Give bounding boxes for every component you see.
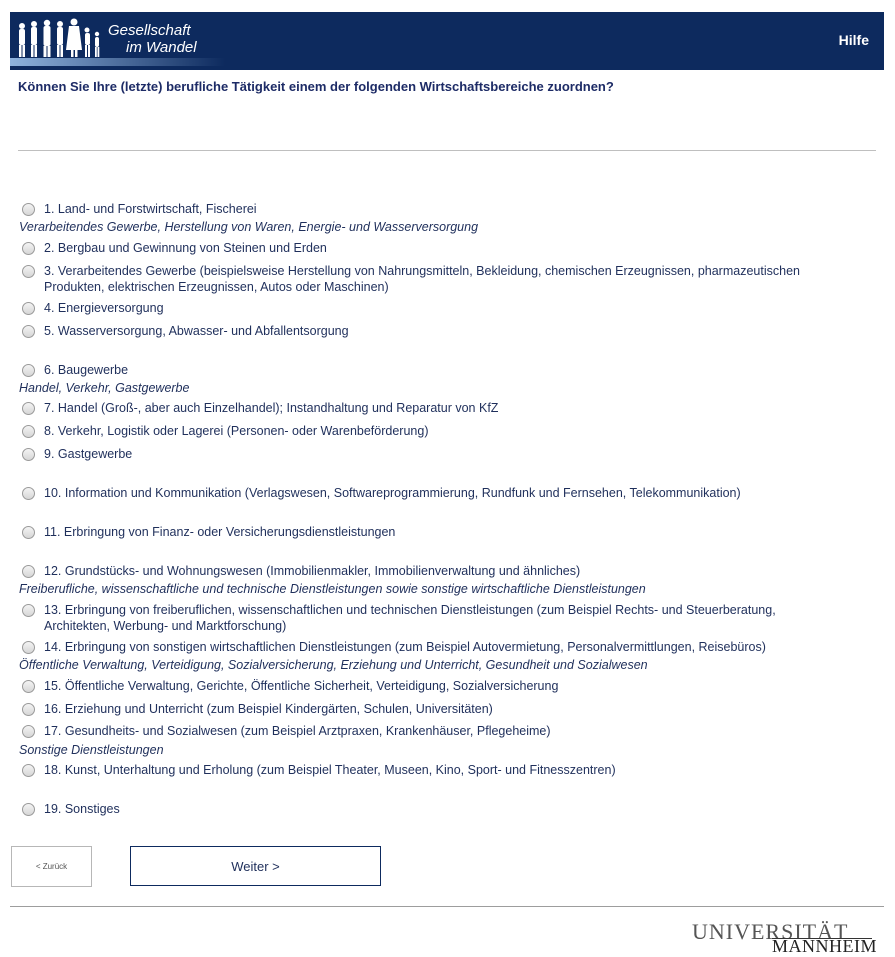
radio-button[interactable] (22, 364, 35, 377)
group-label: Handel, Verkehr, Gastgewerbe (19, 381, 190, 395)
option-18[interactable]: 18. Kunst, Unterhaltung und Erholung (zu… (22, 762, 616, 778)
group-label: Verarbeitendes Gewerbe, Herstellung von … (19, 220, 479, 234)
group-label: Freiberufliche, wissenschaftliche und te… (19, 582, 646, 596)
option-16[interactable]: 16. Erziehung und Unterricht (zum Beispi… (22, 701, 493, 717)
option-5[interactable]: 5. Wasserversorgung, Abwasser- und Abfal… (22, 323, 349, 339)
option-label: 1. Land- und Forstwirtschaft, Fischerei (44, 202, 257, 216)
radio-button[interactable] (22, 325, 35, 338)
option-label: 16. Erziehung und Unterricht (zum Beispi… (44, 702, 493, 716)
radio-button[interactable] (22, 604, 35, 617)
option-label: 15. Öffentliche Verwaltung, Gerichte, Öf… (44, 679, 559, 693)
option-1[interactable]: 1. Land- und Forstwirtschaft, Fischerei (22, 201, 257, 217)
radio-button[interactable] (22, 764, 35, 777)
option-10[interactable]: 10. Information und Kommunikation (Verla… (22, 485, 741, 501)
university-logo-line2: MANNHEIM (772, 936, 877, 956)
option-label: 8. Verkehr, Logistik oder Lagerei (Perso… (44, 424, 429, 438)
option-label: 5. Wasserversorgung, Abwasser- und Abfal… (44, 324, 349, 338)
option-14[interactable]: 14. Erbringung von sonstigen wirtschaftl… (22, 639, 766, 655)
option-3[interactable]: 3. Verarbeitendes Gewerbe (beispielsweis… (22, 263, 844, 295)
option-6[interactable]: 6. Baugewerbe (22, 362, 128, 378)
option-label: 4. Energieversorgung (44, 301, 164, 315)
option-label: 6. Baugewerbe (44, 363, 129, 377)
radio-button[interactable] (22, 242, 35, 255)
option-label: 3. Verarbeitendes Gewerbe (beispielsweis… (44, 264, 800, 294)
radio-button[interactable] (22, 302, 35, 315)
logo-text-line1: Gesellschaft (108, 22, 191, 39)
option-label: 2. Bergbau und Gewinnung von Steinen und… (44, 241, 327, 255)
radio-button[interactable] (22, 425, 35, 438)
option-7[interactable]: 7. Handel (Groß-, aber auch Einzelhandel… (22, 400, 498, 416)
option-15[interactable]: 15. Öffentliche Verwaltung, Gerichte, Öf… (22, 678, 558, 694)
option-9[interactable]: 9. Gastgewerbe (22, 446, 132, 462)
radio-button[interactable] (22, 725, 35, 738)
radio-button[interactable] (22, 803, 35, 816)
header-bar: Gesellschaft im Wandel Hilfe (10, 12, 884, 70)
next-button[interactable]: Weiter > (130, 846, 381, 886)
option-label: 14. Erbringung von sonstigen wirtschaftl… (44, 640, 766, 654)
radio-button[interactable] (22, 703, 35, 716)
option-19[interactable]: 19. Sonstiges (22, 801, 120, 817)
logo: Gesellschaft im Wandel (10, 12, 225, 70)
option-label: 17. Gesundheits- und Sozialwesen (zum Be… (44, 724, 551, 738)
radio-button[interactable] (22, 680, 35, 693)
option-12[interactable]: 12. Grundstücks- und Wohnungswesen (Immo… (22, 563, 580, 579)
option-label: 10. Information und Kommunikation (Verla… (44, 486, 741, 500)
help-link[interactable]: Hilfe (839, 32, 869, 48)
footer-divider (10, 906, 884, 907)
radio-button[interactable] (22, 641, 35, 654)
option-label: 11. Erbringung von Finanz- oder Versiche… (44, 525, 396, 539)
option-label: 13. Erbringung von freiberuflichen, wiss… (44, 603, 776, 633)
option-8[interactable]: 8. Verkehr, Logistik oder Lagerei (Perso… (22, 423, 428, 439)
back-button[interactable]: < Zurück (11, 846, 92, 887)
option-label: 18. Kunst, Unterhaltung und Erholung (zu… (44, 763, 616, 777)
option-label: 12. Grundstücks- und Wohnungswesen (Immo… (44, 564, 581, 578)
question-text: Können Sie Ihre (letzte) berufliche Täti… (18, 79, 614, 94)
option-label: 9. Gastgewerbe (44, 447, 133, 461)
option-4[interactable]: 4. Energieversorgung (22, 300, 164, 316)
option-13[interactable]: 13. Erbringung von freiberuflichen, wiss… (22, 602, 844, 634)
divider (18, 150, 876, 151)
option-2[interactable]: 2. Bergbau und Gewinnung von Steinen und… (22, 240, 327, 256)
radio-button[interactable] (22, 487, 35, 500)
radio-button[interactable] (22, 402, 35, 415)
group-label: Öffentliche Verwaltung, Verteidigung, So… (19, 658, 648, 672)
radio-button[interactable] (22, 448, 35, 461)
radio-button[interactable] (22, 203, 35, 216)
option-11[interactable]: 11. Erbringung von Finanz- oder Versiche… (22, 524, 395, 540)
radio-button[interactable] (22, 565, 35, 578)
group-label: Sonstige Dienstleistungen (19, 743, 164, 757)
option-label: 19. Sonstiges (44, 802, 120, 816)
logo-text-line2: im Wandel (126, 39, 197, 56)
radio-button[interactable] (22, 265, 35, 278)
option-17[interactable]: 17. Gesundheits- und Sozialwesen (zum Be… (22, 723, 551, 739)
radio-button[interactable] (22, 526, 35, 539)
option-label: 7. Handel (Groß-, aber auch Einzelhandel… (44, 401, 499, 415)
